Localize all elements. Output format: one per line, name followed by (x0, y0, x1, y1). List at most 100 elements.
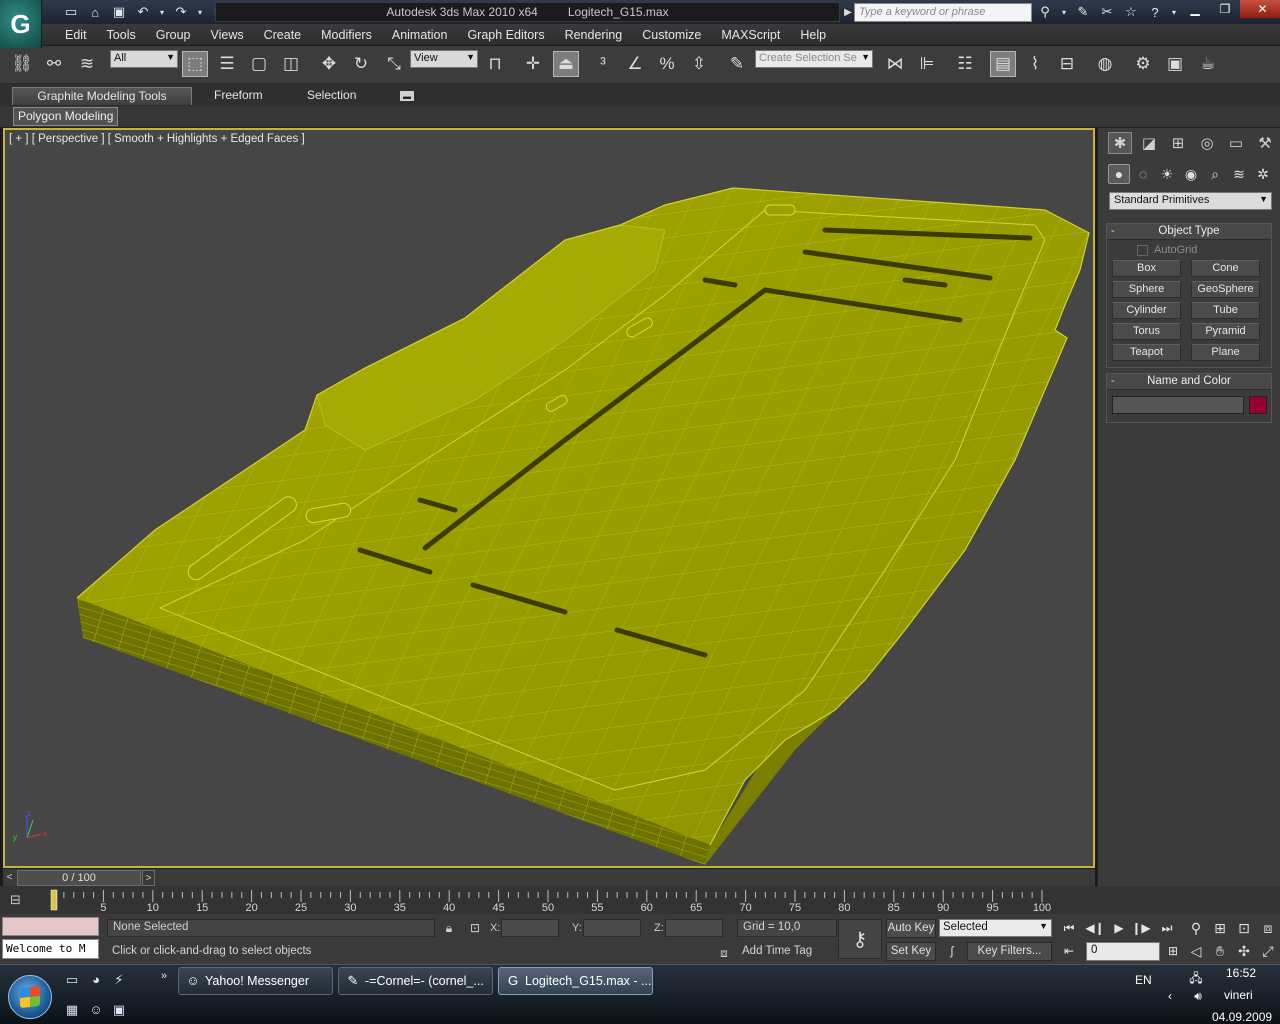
zoom-extents-all-icon[interactable]: ⧈ (1258, 918, 1278, 938)
pyramid-button[interactable]: Pyramid (1191, 323, 1260, 340)
ribbon-minimize-icon[interactable]: ▬ (400, 91, 414, 101)
window-crossing-icon[interactable]: ◫ (278, 51, 304, 77)
lights-icon[interactable]: ☀ (1156, 164, 1178, 184)
box-button[interactable]: Box (1112, 260, 1181, 277)
open-file-icon[interactable]: ⌂ (86, 3, 104, 21)
polygon-modeling-panel[interactable]: Polygon Modeling (13, 107, 119, 126)
pivot-center-icon[interactable]: ⊓ (482, 51, 508, 77)
autogrid-checkbox[interactable]: AutoGrid (1137, 244, 1197, 256)
object-color-swatch[interactable] (1249, 396, 1267, 414)
add-time-tag-button[interactable]: Add Time Tag (737, 945, 837, 961)
time-slider-thumb[interactable]: 0 / 100 (17, 870, 141, 886)
tab-selection[interactable]: Selection (298, 87, 365, 105)
network-tray-icon[interactable]: 🖧︎ (1188, 970, 1204, 986)
teapot-button[interactable]: Teapot (1112, 344, 1181, 361)
rectangular-selection-icon[interactable]: ▢ (246, 51, 272, 77)
task-chat-window[interactable]: ✎ -=Cornel=- (cornel_... (338, 967, 493, 995)
orbit-icon[interactable]: ✣ (1234, 941, 1254, 961)
display-tab-icon[interactable]: ▭ (1224, 132, 1248, 154)
select-and-manipulate-icon[interactable]: ✛ (520, 51, 546, 77)
maximize-button[interactable]: ❐ (1210, 0, 1240, 18)
menu-views[interactable]: Views (200, 27, 253, 43)
z-coordinate-field[interactable] (665, 919, 723, 937)
undo-icon[interactable]: ↶ (134, 3, 152, 21)
hierarchy-tab-icon[interactable]: ⊞ (1166, 132, 1190, 154)
menu-group[interactable]: Group (146, 27, 201, 43)
track-bar[interactable]: ⊟ 5 10 15 20 25 30 35 40 45 50 55 60 65 70 75 80 85 90 95 1… (0, 886, 1280, 914)
maximize-viewport-icon[interactable]: ⤢ (1258, 941, 1278, 961)
menu-create[interactable]: Create (254, 27, 312, 43)
go-to-start-icon[interactable]: ⏮ (1058, 919, 1080, 937)
plane-button[interactable]: Plane (1191, 344, 1260, 361)
object-type-header[interactable]: - Object Type (1107, 224, 1271, 240)
previous-frame-icon[interactable]: < (3, 870, 16, 886)
field-of-view-icon[interactable]: ◁ (1186, 941, 1206, 961)
render-production-icon[interactable]: ☕ (1195, 51, 1221, 77)
save-icon[interactable]: ▣ (110, 3, 128, 21)
cone-button[interactable]: Cone (1191, 260, 1260, 277)
previous-key-icon[interactable]: ◀❙ (1084, 919, 1106, 937)
help-icon[interactable]: ? (1146, 2, 1164, 22)
geosphere-button[interactable]: GeoSphere (1191, 281, 1260, 298)
reference-coordinate-dropdown[interactable]: View ▼ (410, 50, 478, 68)
go-to-end-icon[interactable]: ⏭ (1156, 919, 1178, 937)
snaps-toggle-icon[interactable]: ³ (590, 51, 616, 77)
keyboard-shortcut-override-icon[interactable]: ⏏ (553, 51, 579, 77)
cameras-icon[interactable]: ◉ (1180, 164, 1202, 184)
help-dropdown-icon[interactable]: ▾ (1170, 2, 1178, 22)
primitive-category-dropdown[interactable]: Standard Primitives ▼ (1109, 192, 1272, 210)
torus-button[interactable]: Torus (1112, 323, 1181, 340)
graphite-modeling-toggle-icon[interactable]: ▤ (990, 51, 1016, 77)
render-setup-icon[interactable]: ⚙ (1130, 51, 1156, 77)
subscription-icon[interactable]: ✎ (1074, 2, 1092, 22)
undo-dropdown-icon[interactable]: ▾ (158, 3, 166, 21)
create-tab-icon[interactable]: ✱ (1108, 132, 1132, 154)
show-hidden-icons-icon[interactable]: ‹ (1162, 988, 1178, 1004)
menu-modifiers[interactable]: Modifiers (311, 27, 382, 43)
named-selection-set-dropdown[interactable]: Create Selection Se ▼ (755, 50, 873, 68)
tab-graphite-modeling-tools[interactable]: Graphite Modeling Tools (12, 87, 192, 105)
communication-center-icon[interactable]: ✂ (1098, 2, 1116, 22)
menu-maxscript[interactable]: MAXScript (711, 27, 790, 43)
clock-day[interactable]: vineri (1224, 988, 1253, 1002)
winamp-icon[interactable]: ⚡ (110, 971, 128, 989)
auto-key-button[interactable]: Auto Key (886, 919, 936, 938)
redo-dropdown-icon[interactable]: ▾ (196, 3, 204, 21)
mirror-icon[interactable]: ⋈ (882, 51, 908, 77)
monitor-icon[interactable]: ▣ (110, 1001, 128, 1019)
cylinder-button[interactable]: Cylinder (1112, 302, 1181, 319)
percent-snap-icon[interactable]: % (654, 51, 680, 77)
tab-freeform[interactable]: Freeform (205, 87, 272, 105)
selection-filter-dropdown[interactable]: All ▼ (110, 50, 178, 68)
quick-launch-overflow-icon[interactable]: » (157, 967, 171, 985)
geometry-icon[interactable]: ● (1108, 164, 1130, 184)
default-in-out-tangent-icon[interactable]: ∫ (940, 942, 964, 961)
key-icon[interactable]: ⚷ (838, 919, 882, 959)
perspective-viewport[interactable]: [ + ] [ Perspective ] [ Smooth + Highlig… (3, 128, 1095, 868)
key-mode-dropdown[interactable]: Selected ▼ (939, 919, 1052, 937)
y-coordinate-field[interactable] (583, 919, 641, 937)
object-name-field[interactable] (1112, 396, 1244, 414)
select-and-move-icon[interactable]: ✥ (316, 51, 342, 77)
material-editor-icon[interactable]: ◍ (1092, 51, 1118, 77)
package-icon[interactable]: ▦ (63, 1001, 81, 1019)
pan-view-icon[interactable]: ✋︎ (1210, 941, 1230, 961)
angle-snap-icon[interactable]: ∠ (622, 51, 648, 77)
select-object-icon[interactable]: ⬚ (182, 51, 208, 77)
menu-animation[interactable]: Animation (382, 27, 458, 43)
close-button[interactable]: ✕ (1240, 0, 1280, 18)
language-indicator[interactable]: EN (1135, 973, 1152, 987)
search-input[interactable]: Type a keyword or phrase (854, 3, 1032, 22)
minimize-button[interactable]: ▁ (1180, 0, 1210, 18)
binoculars-dropdown-icon[interactable]: ▾ (1060, 2, 1068, 22)
next-frame-icon[interactable]: > (142, 870, 155, 886)
key-filters-button[interactable]: Key Filters... (967, 942, 1052, 961)
zoom-extents-icon[interactable]: ⊡ (1234, 918, 1254, 938)
menu-edit[interactable]: Edit (55, 27, 97, 43)
tube-button[interactable]: Tube (1191, 302, 1260, 319)
shapes-icon[interactable]: ◌ (1132, 164, 1154, 184)
schematic-view-icon[interactable]: ⊟ (1054, 51, 1080, 77)
utilities-tab-icon[interactable]: ⚒ (1253, 132, 1277, 154)
task-yahoo-messenger[interactable]: ☺ Yahoo! Messenger (178, 967, 333, 995)
absolute-mode-icon[interactable]: ⊡ (466, 919, 484, 937)
